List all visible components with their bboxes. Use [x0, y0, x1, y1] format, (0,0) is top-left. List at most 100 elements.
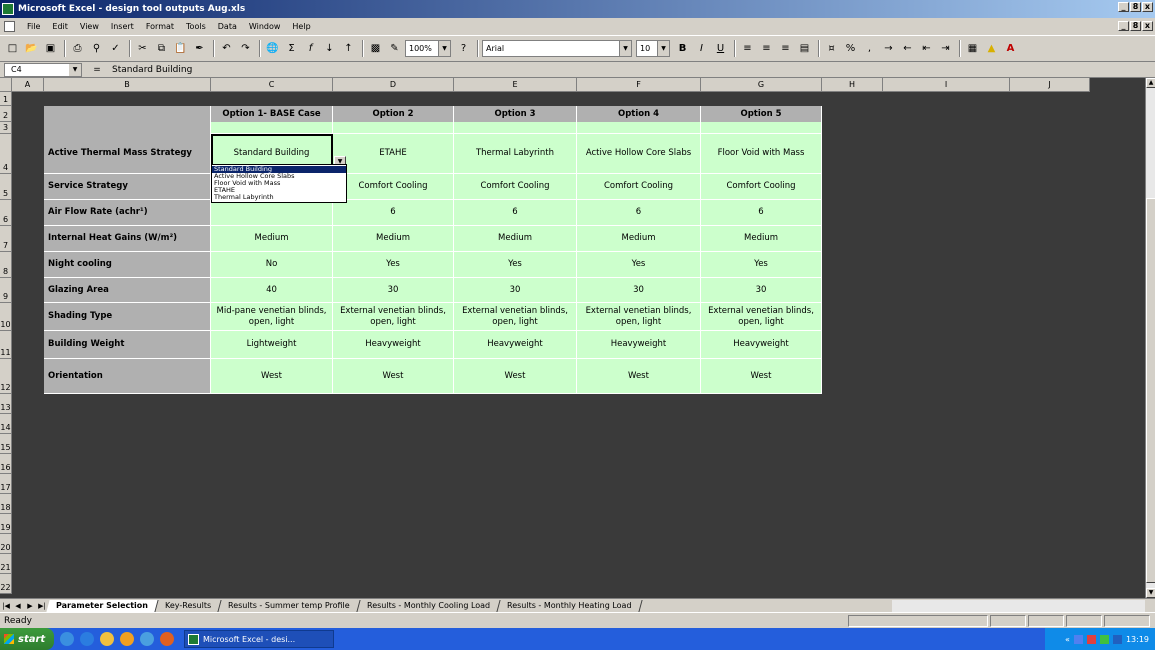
row-header-11[interactable]: 11 — [0, 331, 12, 359]
tab-monthly-cooling-load[interactable]: Results - Monthly Cooling Load — [357, 599, 501, 612]
validation-dropdown-list[interactable]: Standard Building Active Hollow Core Slab… — [211, 164, 347, 203]
underline-button[interactable]: U — [712, 40, 729, 57]
menu-window[interactable]: Window — [243, 22, 287, 31]
decrease-decimal-icon[interactable]: ← — [899, 40, 916, 57]
row-header-3[interactable]: 3 — [0, 122, 12, 134]
option-header[interactable]: Option 5 — [701, 106, 822, 122]
name-box[interactable]: C4 ▼ — [4, 62, 82, 77]
column-header-h[interactable]: H — [822, 78, 883, 92]
table-cell[interactable]: Yes — [333, 252, 454, 278]
table-cell[interactable] — [211, 200, 333, 226]
borders-icon[interactable]: ▦ — [964, 40, 981, 57]
table-cell[interactable]: Yes — [577, 252, 701, 278]
option-header[interactable]: Option 4 — [577, 106, 701, 122]
table-cell[interactable]: West — [701, 359, 822, 394]
percent-button[interactable]: % — [842, 40, 859, 57]
row-header-4[interactable]: 4 — [0, 134, 12, 174]
option-header[interactable]: Option 1- BASE Case — [211, 106, 333, 122]
column-header-i[interactable]: I — [883, 78, 1010, 92]
font-color-icon[interactable]: A — [1002, 40, 1019, 57]
doc-close-button[interactable]: x — [1142, 21, 1153, 31]
menu-insert[interactable]: Insert — [105, 22, 140, 31]
undo-icon[interactable]: ↶ — [218, 40, 235, 57]
tab-key-results[interactable]: Key-Results — [155, 599, 222, 612]
chart-wizard-icon[interactable]: ▩ — [367, 40, 384, 57]
row-header-20[interactable]: 20 — [0, 534, 12, 554]
column-header-a[interactable]: A — [12, 78, 44, 92]
maximize-button[interactable]: 8 — [1130, 2, 1141, 12]
doc-restore-button[interactable]: 8 — [1130, 21, 1141, 31]
media-icon[interactable] — [140, 632, 154, 646]
paste-icon[interactable]: 📋 — [172, 40, 189, 57]
dropdown-option[interactable]: Thermal Labyrinth — [212, 194, 346, 201]
scroll-up-icon[interactable]: ▲ — [1146, 78, 1155, 88]
folder-icon[interactable] — [100, 632, 114, 646]
function-icon[interactable]: f — [302, 40, 319, 57]
merge-center-icon[interactable]: ▤ — [796, 40, 813, 57]
scroll-down-icon[interactable]: ▼ — [1146, 588, 1155, 598]
spacer-cell[interactable] — [577, 122, 701, 134]
select-all-corner[interactable] — [0, 78, 12, 92]
help-icon[interactable]: ? — [455, 40, 472, 57]
table-cell[interactable]: Medium — [454, 226, 577, 252]
table-cell[interactable]: External venetian blinds, open, light — [333, 303, 454, 331]
cut-icon[interactable]: ✂ — [134, 40, 151, 57]
column-header-f[interactable]: F — [577, 78, 701, 92]
autosum-icon[interactable]: Σ — [283, 40, 300, 57]
column-header-c[interactable]: C — [211, 78, 333, 92]
table-cell[interactable]: Mid-pane venetian blinds, open, light — [211, 303, 333, 331]
row-header-18[interactable]: 18 — [0, 494, 12, 514]
security-icon[interactable] — [1086, 634, 1096, 644]
table-cell[interactable]: External venetian blinds, open, light — [454, 303, 577, 331]
table-cell[interactable]: Heavyweight — [454, 331, 577, 359]
prev-sheet-icon[interactable]: ◀ — [12, 600, 24, 612]
row-header-6[interactable]: 6 — [0, 200, 12, 226]
menu-format[interactable]: Format — [140, 22, 180, 31]
redo-icon[interactable]: ↷ — [237, 40, 254, 57]
menu-tools[interactable]: Tools — [180, 22, 212, 31]
table-cell[interactable]: ETAHE — [333, 134, 454, 174]
column-header-j[interactable]: J — [1010, 78, 1090, 92]
chevron-down-icon[interactable]: ▼ — [619, 41, 631, 56]
drawing-icon[interactable]: ✎ — [386, 40, 403, 57]
table-cell[interactable]: 6 — [577, 200, 701, 226]
tab-summer-temp-profile[interactable]: Results - Summer temp Profile — [218, 599, 361, 612]
fill-color-icon[interactable]: ▲ — [983, 40, 1000, 57]
row-header-13[interactable]: 13 — [0, 394, 12, 414]
table-cell[interactable]: Yes — [701, 252, 822, 278]
row-header-17[interactable]: 17 — [0, 474, 12, 494]
align-center-icon[interactable]: ≡ — [758, 40, 775, 57]
spacer-cell[interactable] — [211, 122, 333, 134]
desktop-icon[interactable] — [60, 632, 74, 646]
menu-edit[interactable]: Edit — [46, 22, 74, 31]
table-cell[interactable]: No — [211, 252, 333, 278]
table-cell[interactable]: Comfort Cooling — [454, 174, 577, 200]
row-header-16[interactable]: 16 — [0, 454, 12, 474]
vertical-scrollbar[interactable]: ▲ ▼ — [1145, 78, 1155, 598]
table-cell[interactable]: Comfort Cooling — [701, 174, 822, 200]
font-select[interactable]: Arial ▼ — [482, 40, 632, 57]
update-icon[interactable] — [1099, 634, 1109, 644]
table-cell[interactable]: Active Hollow Core Slabs — [577, 134, 701, 174]
spacer-cell[interactable] — [454, 122, 577, 134]
menu-file[interactable]: File — [21, 22, 46, 31]
font-size-select[interactable]: 10 ▼ — [636, 40, 670, 57]
menu-view[interactable]: View — [74, 22, 105, 31]
option-header[interactable]: Option 2 — [333, 106, 454, 122]
align-left-icon[interactable]: ≡ — [739, 40, 756, 57]
table-cell[interactable]: Medium — [211, 226, 333, 252]
bold-button[interactable]: B — [674, 40, 691, 57]
row-header-14[interactable]: 14 — [0, 414, 12, 434]
italic-button[interactable]: I — [693, 40, 710, 57]
next-sheet-icon[interactable]: ▶ — [24, 600, 36, 612]
option-header[interactable]: Option 3 — [454, 106, 577, 122]
decrease-indent-icon[interactable]: ⇤ — [918, 40, 935, 57]
row-header-7[interactable]: 7 — [0, 226, 12, 252]
open-icon[interactable]: 📂 — [23, 40, 40, 57]
new-icon[interactable]: □ — [4, 40, 21, 57]
taskbar-excel-item[interactable]: Microsoft Excel - desi... — [184, 630, 334, 648]
row-header-5[interactable]: 5 — [0, 174, 12, 200]
sort-descending-icon[interactable]: ↑ — [340, 40, 357, 57]
doc-minimize-button[interactable]: _ — [1118, 21, 1129, 31]
format-painter-icon[interactable]: ✒ — [191, 40, 208, 57]
